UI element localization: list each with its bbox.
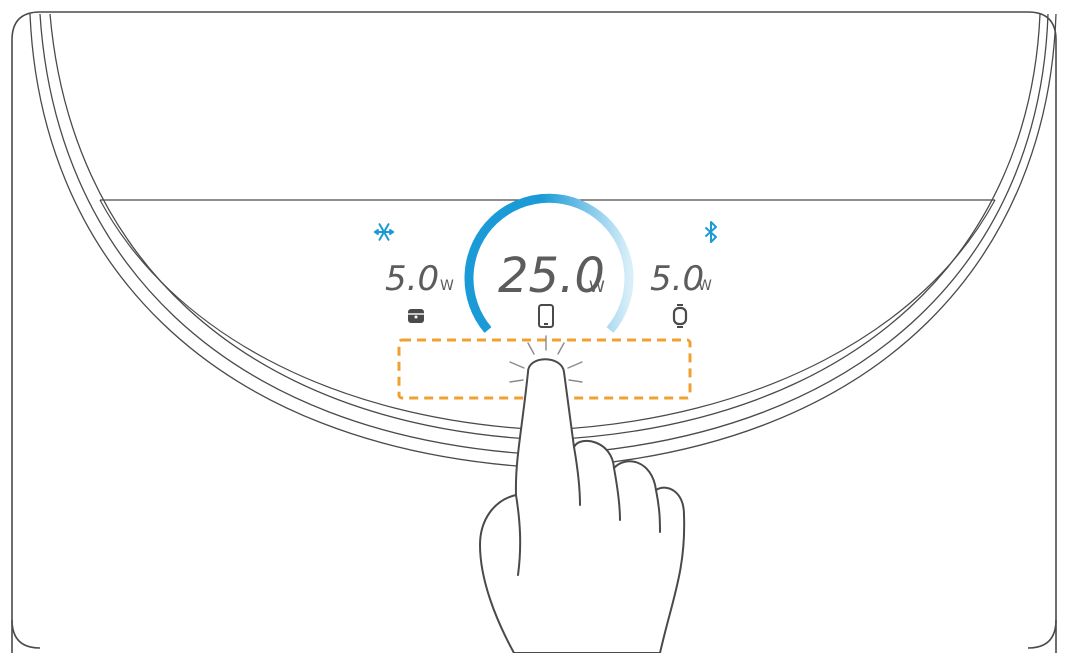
wireless-earbuds-case-icon bbox=[408, 309, 424, 323]
bluetooth-icon bbox=[705, 221, 717, 243]
left-power-value: 5.0 bbox=[385, 259, 439, 299]
device-illustration: 5.0 W 25.0 W 5.0 W bbox=[11, 11, 1057, 653]
tap-hand-icon bbox=[479, 335, 686, 653]
center-power-unit: W bbox=[589, 277, 605, 296]
smartwatch-icon bbox=[672, 304, 688, 328]
left-power-unit: W bbox=[440, 278, 454, 294]
snowflake-icon bbox=[374, 223, 394, 241]
phone-icon bbox=[538, 304, 554, 328]
right-power-unit: W bbox=[698, 278, 712, 294]
right-power-value: 5.0 bbox=[650, 259, 704, 299]
